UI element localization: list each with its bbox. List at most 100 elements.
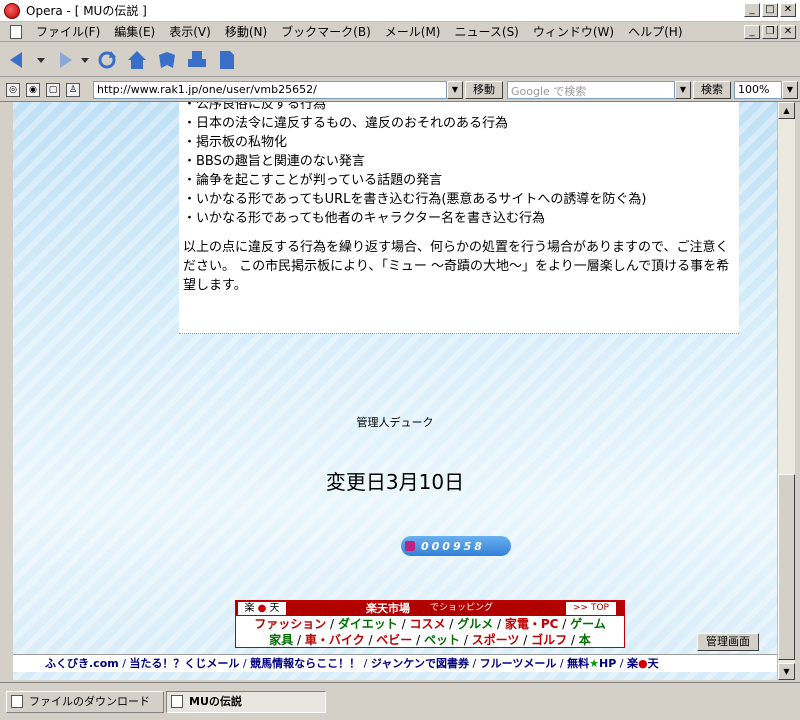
menu-window[interactable]: ウィンドウ(W)	[533, 23, 614, 40]
separator: /	[493, 617, 505, 631]
window-left-edge	[0, 102, 13, 680]
category-link[interactable]: スポーツ	[472, 633, 520, 647]
separator: /	[460, 633, 472, 647]
admin-screen-button[interactable]: 管理画面	[697, 633, 759, 651]
vertical-scrollbar[interactable]: ▲ ▼	[777, 102, 795, 680]
rakuten-category-row: ファッション / ダイエット / コスメ / グルメ / 家電・PC / ゲーム	[236, 616, 624, 632]
scroll-down-arrow[interactable]: ▼	[778, 663, 795, 680]
category-link[interactable]: グルメ	[457, 617, 493, 631]
page-tab-label: MUの伝説	[189, 695, 242, 708]
separator: /	[556, 657, 568, 670]
bookmarks-icon[interactable]	[154, 47, 180, 73]
menu-help[interactable]: ヘルプ(H)	[628, 23, 682, 40]
separator: /	[519, 633, 532, 647]
close-button[interactable]: ✕	[780, 3, 796, 17]
category-link[interactable]: ベビー	[376, 633, 412, 647]
title-bar: Opera - [ MUの伝説 ] _ □ ✕	[0, 0, 800, 22]
separator: /	[616, 657, 627, 670]
category-link[interactable]: ペット	[424, 633, 460, 647]
minimize-button[interactable]: _	[744, 3, 760, 17]
separator: /	[397, 617, 410, 631]
menu-bookmarks[interactable]: ブックマーク(B)	[281, 23, 371, 40]
rakuten-banner-header: 楽 ● 天 楽天市場 でショッピング >> TOP	[236, 601, 624, 616]
zoom-dropdown[interactable]: ▼	[782, 81, 798, 99]
category-link[interactable]: コスメ	[409, 617, 445, 631]
doc-restore-button[interactable]: ❐	[762, 25, 778, 39]
category-link[interactable]: 車・バイク	[305, 633, 365, 647]
rule-line: ・BBSの趣旨と関連のない発言	[183, 154, 365, 169]
free-label: 無料	[567, 657, 590, 670]
scroll-thumb[interactable]	[778, 474, 795, 660]
change-date: 変更日3月10日	[325, 470, 465, 494]
rule-line: ・日本の法令に違反するもの、違反のおそれのある行為	[183, 116, 509, 131]
category-link[interactable]: ゲーム	[570, 617, 606, 631]
forward-history-dropdown[interactable]	[80, 47, 90, 73]
separator: /	[118, 657, 130, 670]
free-hp-link[interactable]: 無料★HP	[567, 657, 616, 670]
print-icon[interactable]	[184, 47, 210, 73]
rakuten-banner[interactable]: 楽 ● 天 楽天市場 でショッピング >> TOP ファッション / ダイエット…	[235, 600, 625, 648]
menu-mail[interactable]: メール(M)	[385, 23, 441, 40]
back-history-dropdown[interactable]	[36, 47, 46, 73]
maximize-button[interactable]: □	[762, 3, 778, 17]
separator: /	[558, 617, 571, 631]
doc-close-button[interactable]: ✕	[780, 25, 796, 39]
rakuten-dot-icon: ●	[638, 657, 648, 670]
category-link[interactable]: ファッション	[254, 617, 326, 631]
separator: /	[364, 633, 377, 647]
download-icon	[11, 695, 23, 708]
home-icon[interactable]	[124, 47, 150, 73]
menu-navigation[interactable]: 移動(N)	[225, 23, 267, 40]
url-input[interactable]: http://www.rak1.jp/one/user/vmb25652/	[93, 81, 447, 99]
rakuten-logo[interactable]: 楽 ● 天	[238, 602, 286, 615]
page-tab[interactable]: MUの伝説	[166, 691, 326, 713]
rakuten-footer-link[interactable]: 楽●天	[627, 657, 659, 670]
security-icon[interactable]: ◎	[6, 82, 20, 97]
user-icon[interactable]: ♙	[66, 82, 80, 97]
page-icon[interactable]	[214, 47, 240, 73]
page-info-icon[interactable]: ▢	[46, 82, 60, 97]
search-button[interactable]: 検索	[693, 81, 731, 99]
rules-notice: 以上の点に違反する行為を繰り返す場合、何らかの処置を行う場合がありますので、ご注…	[183, 240, 730, 293]
category-link[interactable]: 家電・PC	[505, 617, 559, 631]
category-link[interactable]: ダイエット	[338, 617, 398, 631]
menu-edit[interactable]: 編集(E)	[114, 23, 155, 40]
footer-link[interactable]: 当たる！？くじメール	[129, 657, 239, 670]
downloads-tab[interactable]: ファイルのダウンロード	[6, 691, 164, 713]
rakuten-footer-right: 天	[647, 657, 659, 670]
rakuten-market-link[interactable]: 楽天市場	[366, 601, 410, 616]
reload-icon[interactable]	[94, 47, 120, 73]
footer-link[interactable]: ジャンケンで図書券	[371, 657, 469, 670]
scroll-up-arrow[interactable]: ▲	[778, 102, 795, 119]
zoom-select[interactable]: 100%	[734, 81, 782, 99]
rule-line: ・論争を起こすことが判っている話題の発言	[183, 173, 443, 188]
back-arrow-icon[interactable]	[6, 47, 32, 73]
footer-link[interactable]: フルーツメール	[480, 657, 557, 670]
go-button[interactable]: 移動	[465, 81, 503, 99]
star-icon: ★	[589, 657, 600, 670]
navigation-toolbar	[0, 43, 800, 77]
menu-file[interactable]: ファイル(F)	[36, 23, 100, 40]
access-counter[interactable]: 000958	[401, 536, 511, 556]
document-icon	[10, 24, 22, 39]
footer-link[interactable]: ふくびき.com	[45, 657, 119, 670]
separator: /	[293, 633, 305, 647]
category-link[interactable]: 家具	[269, 633, 293, 647]
doc-minimize-button[interactable]: _	[744, 25, 760, 39]
search-engine-dropdown[interactable]: ▼	[675, 81, 691, 99]
cookie-icon[interactable]: ◉	[26, 82, 40, 97]
url-history-dropdown[interactable]: ▼	[447, 81, 463, 99]
rule-line: ・いかなる形であっても他者のキャラクター名を書き込む行為	[183, 211, 546, 226]
menu-news[interactable]: ニュース(S)	[454, 23, 518, 40]
category-link[interactable]: 本	[579, 633, 591, 647]
menu-view[interactable]: 表示(V)	[169, 23, 211, 40]
downloads-tab-label: ファイルのダウンロード	[29, 695, 150, 708]
category-link[interactable]: ゴルフ	[531, 633, 567, 647]
separator: /	[412, 633, 424, 647]
search-input[interactable]: Google で検索	[507, 81, 675, 99]
window-title: Opera - [ MUの伝説 ]	[26, 4, 147, 18]
rakuten-top-link[interactable]: >> TOP	[566, 602, 616, 615]
forward-arrow-icon[interactable]	[50, 47, 76, 73]
footer-link[interactable]: 競馬情報ならここ！！	[250, 657, 360, 670]
rule-line: ・公序良俗に反する行為	[183, 102, 327, 112]
